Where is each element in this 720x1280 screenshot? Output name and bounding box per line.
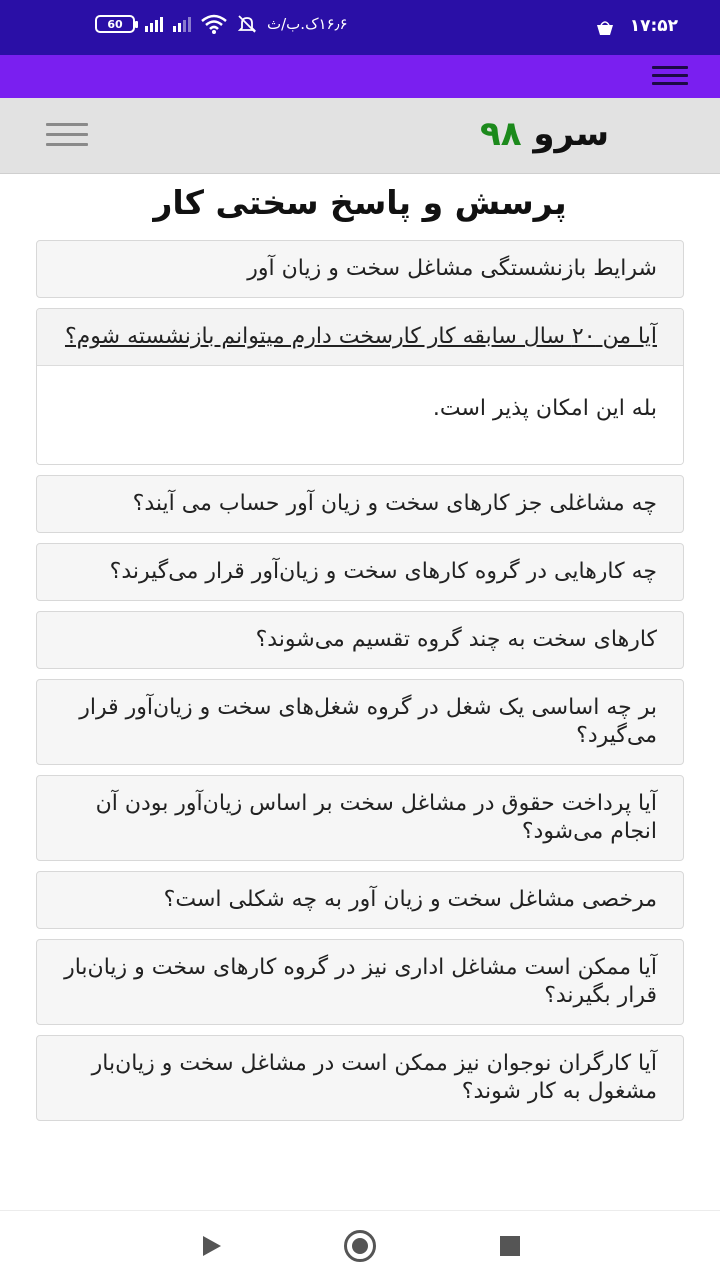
faq-question[interactable]: بر چه اساسی یک شغل در گروه شغل‌های سخت و… xyxy=(37,680,683,764)
faq-question[interactable]: شرایط بازنشستگی مشاغل سخت و زیان آور xyxy=(37,241,683,297)
faq-item[interactable]: مرخصی مشاغل سخت و زیان آور به چه شکلی اس… xyxy=(36,871,684,929)
battery-icon: 60 xyxy=(95,15,138,33)
faq-question[interactable]: چه کارهایی در گروه کارهای سخت و زیان‌آور… xyxy=(37,544,683,600)
hamburger-icon-line xyxy=(46,143,88,146)
faq-item[interactable]: چه مشاغلی جز کارهای سخت و زیان آور حساب … xyxy=(36,475,684,533)
shopping-bag-icon xyxy=(597,21,613,35)
mute-icon xyxy=(237,15,257,33)
app-menu-button[interactable] xyxy=(652,66,688,86)
faq-question[interactable]: آیا کارگران نوجوان نیز ممکن است در مشاغل… xyxy=(37,1036,683,1120)
status-time: ۱۷:۵۲ xyxy=(629,16,678,36)
hamburger-icon-line xyxy=(46,123,88,126)
status-bar: 60 ۱۶٫۶ک.ب/ث ۱۷:۵۲ xyxy=(0,0,720,55)
faq-list: شرایط بازنشستگی مشاغل سخت و زیان آور آیا… xyxy=(36,240,684,1131)
faq-item[interactable]: بر چه اساسی یک شغل در گروه شغل‌های سخت و… xyxy=(36,679,684,765)
page-title: پرسش و پاسخ سختی کار xyxy=(153,183,567,222)
faq-item[interactable]: شرایط بازنشستگی مشاغل سخت و زیان آور xyxy=(36,240,684,298)
data-speed: ۱۶٫۶ک.ب/ث xyxy=(267,15,348,33)
recents-icon[interactable] xyxy=(500,1236,520,1256)
wifi-icon xyxy=(201,14,227,34)
site-header: سرو ۹۸ xyxy=(0,98,720,174)
site-logo[interactable]: سرو ۹۸ xyxy=(480,114,609,154)
faq-answer: بله این امکان پذیر است. xyxy=(37,366,683,464)
faq-item[interactable]: آیا ممکن است مشاغل اداری نیز در گروه کار… xyxy=(36,939,684,1025)
faq-item[interactable]: کارهای سخت به چند گروه تقسیم می‌شوند؟ xyxy=(36,611,684,669)
system-nav-bar xyxy=(0,1210,720,1280)
faq-question[interactable]: آیا من ۲۰ سال سابقه کار کارسخت دارم میتو… xyxy=(37,309,683,366)
faq-question[interactable]: آیا ممکن است مشاغل اداری نیز در گروه کار… xyxy=(37,940,683,1024)
status-left-icons: 60 ۱۶٫۶ک.ب/ث xyxy=(95,14,348,34)
hamburger-icon-line xyxy=(652,82,688,85)
site-menu-button[interactable] xyxy=(46,123,88,149)
signal-icon xyxy=(145,16,163,32)
back-icon[interactable] xyxy=(203,1236,221,1256)
app-bar xyxy=(0,55,720,98)
faq-item[interactable]: چه کارهایی در گروه کارهای سخت و زیان‌آور… xyxy=(36,543,684,601)
faq-question[interactable]: آیا پرداخت حقوق در مشاغل سخت بر اساس زیا… xyxy=(37,776,683,860)
faq-item[interactable]: آیا پرداخت حقوق در مشاغل سخت بر اساس زیا… xyxy=(36,775,684,861)
logo-word-2: ۹۸ xyxy=(480,114,522,154)
faq-item-expanded[interactable]: آیا من ۲۰ سال سابقه کار کارسخت دارم میتو… xyxy=(36,308,684,465)
battery-level: 60 xyxy=(107,17,123,31)
signal-icon-2 xyxy=(173,16,191,32)
hamburger-icon-line xyxy=(652,66,688,69)
faq-question[interactable]: چه مشاغلی جز کارهای سخت و زیان آور حساب … xyxy=(37,476,683,532)
faq-item[interactable]: آیا کارگران نوجوان نیز ممکن است در مشاغل… xyxy=(36,1035,684,1121)
faq-question[interactable]: کارهای سخت به چند گروه تقسیم می‌شوند؟ xyxy=(37,612,683,668)
home-icon[interactable] xyxy=(344,1230,376,1262)
faq-question[interactable]: مرخصی مشاغل سخت و زیان آور به چه شکلی اس… xyxy=(37,872,683,928)
hamburger-icon-line xyxy=(652,74,688,77)
hamburger-icon-line xyxy=(46,133,88,136)
logo-word-1: سرو xyxy=(533,114,610,154)
